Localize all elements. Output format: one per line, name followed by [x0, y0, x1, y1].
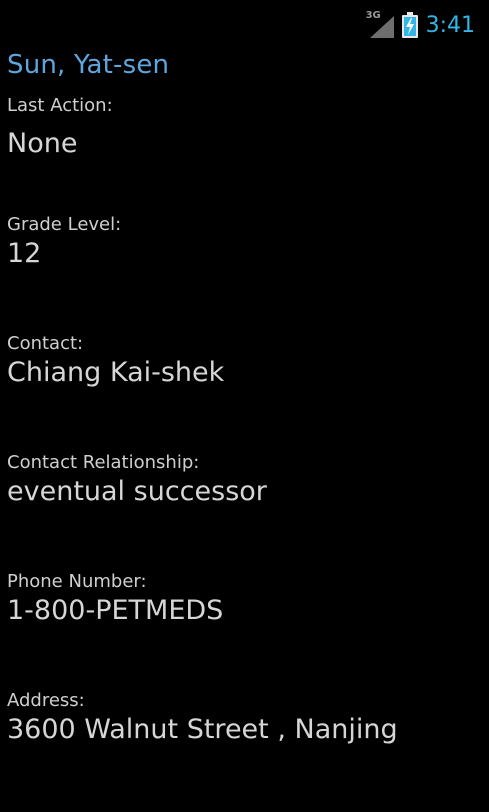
field-value: Chiang Kai-shek	[7, 357, 225, 388]
field-grade-level: Grade Level: 12	[7, 213, 482, 271]
status-clock: 3:41	[425, 12, 475, 38]
field-label: Contact:	[7, 333, 84, 354]
battery-charging-icon	[401, 12, 418, 38]
field-phone-number[interactable]: Phone Number: 1-800-PETMEDS	[7, 570, 482, 628]
field-label: Contact Relationship:	[7, 452, 200, 473]
field-address[interactable]: Address: 3600 Walnut Street , Nanjing	[7, 689, 482, 747]
status-bar: 3G 3:41	[0, 0, 489, 50]
field-value: 12	[7, 238, 42, 269]
phone-number-value[interactable]: 1-800-PETMEDS	[7, 594, 482, 628]
field-contact: Contact: Chiang Kai-shek	[7, 332, 482, 390]
field-value: eventual successor	[7, 476, 267, 507]
field-label: Phone Number:	[7, 571, 147, 592]
field-label: Last Action:	[7, 95, 113, 116]
field-last-action: Last Action: None	[7, 94, 482, 161]
field-value: None	[7, 128, 78, 159]
address-value[interactable]: 3600 Walnut Street , Nanjing	[7, 713, 482, 747]
student-name-title: Sun, Yat-sen	[7, 50, 170, 80]
signal-strength-icon: 3G	[366, 10, 396, 38]
field-label: Grade Level:	[7, 214, 122, 235]
field-contact-relationship: Contact Relationship: eventual successor	[7, 451, 482, 509]
field-label: Address:	[7, 690, 85, 711]
status-icons: 3G 3:41	[366, 8, 475, 42]
